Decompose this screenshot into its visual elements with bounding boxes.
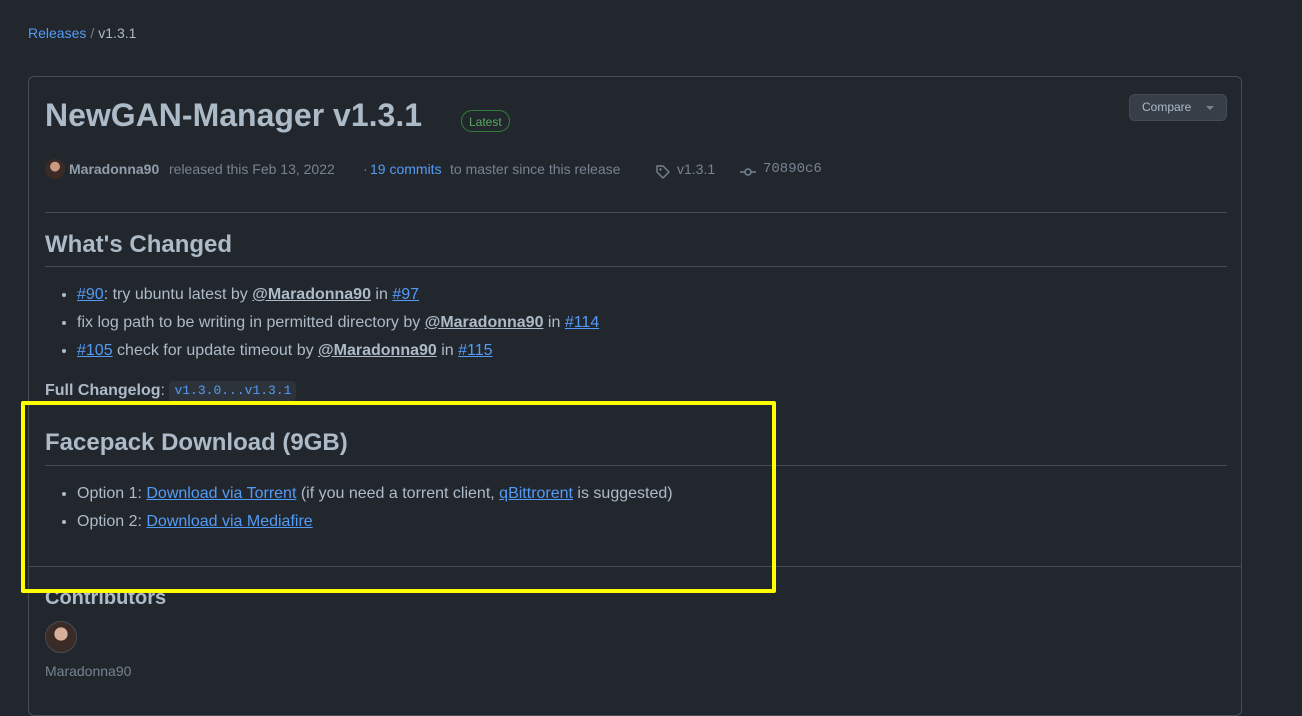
pr-link[interactable]: #97 <box>392 286 419 303</box>
list-item: fix log path to be writing in permitted … <box>77 309 599 337</box>
item-text: fix log path to be writing in permitted … <box>77 314 425 331</box>
issue-link[interactable]: #90 <box>77 286 104 303</box>
tag-icon <box>656 165 670 179</box>
highlight-box <box>21 401 776 593</box>
pr-link[interactable]: #114 <box>565 314 599 331</box>
release-date-text: released this Feb 13, 2022 <box>169 161 335 177</box>
changelog-colon: : <box>160 382 170 399</box>
item-text: in <box>543 314 565 331</box>
compare-label: Compare <box>1142 100 1192 114</box>
chevron-down-icon <box>1206 106 1214 110</box>
item-text: check for update timeout by <box>112 342 319 359</box>
changelog-label: Full Changelog <box>45 382 161 399</box>
latest-badge: Latest <box>461 110 510 132</box>
changelog-compare-link[interactable]: v1.3.0...v1.3.1 <box>169 381 297 401</box>
tag-link[interactable]: v1.3.1 <box>677 161 715 177</box>
contributor-name[interactable]: Maradonna90 <box>45 663 131 679</box>
user-mention-link[interactable]: @Maradonna90 <box>252 286 371 303</box>
issue-link[interactable]: #105 <box>77 342 113 359</box>
user-mention-link[interactable]: @Maradonna90 <box>425 314 544 331</box>
full-changelog: Full Changelog: v1.3.0...v1.3.1 <box>45 381 297 401</box>
whats-changed-heading: What's Changed <box>45 231 233 258</box>
header-divider <box>45 212 1227 213</box>
author-avatar[interactable] <box>45 159 65 179</box>
contributor-avatar[interactable] <box>45 621 77 653</box>
breadcrumb-current: v1.3.1 <box>98 25 137 41</box>
item-text: in <box>436 342 459 359</box>
changes-list: #90: try ubuntu latest by @Maradonna90 i… <box>60 281 599 365</box>
list-item: #105 check for update timeout by @Marado… <box>77 337 599 365</box>
pr-link[interactable]: #115 <box>458 342 492 359</box>
compare-button[interactable]: Compare <box>1129 94 1227 121</box>
meta-separator: · <box>363 161 368 177</box>
commit-sha-link[interactable]: 70890c6 <box>763 161 822 177</box>
commits-since-text: to master since this release <box>450 161 621 177</box>
heading-underline <box>45 266 1227 267</box>
breadcrumb-releases-link[interactable]: Releases <box>28 25 86 41</box>
breadcrumb: Releases / v1.3.1 <box>28 25 136 41</box>
breadcrumb-separator: / <box>90 25 95 41</box>
author-link[interactable]: Maradonna90 <box>69 161 159 177</box>
item-text: in <box>370 286 393 303</box>
commit-icon <box>740 168 756 176</box>
list-item: #90: try ubuntu latest by @Maradonna90 i… <box>77 281 599 309</box>
commits-link[interactable]: 19 commits <box>370 161 442 177</box>
item-text: : try ubuntu latest by <box>103 286 253 303</box>
user-mention-link[interactable]: @Maradonna90 <box>318 342 437 359</box>
release-title[interactable]: NewGAN-Manager v1.3.1 <box>45 97 422 134</box>
